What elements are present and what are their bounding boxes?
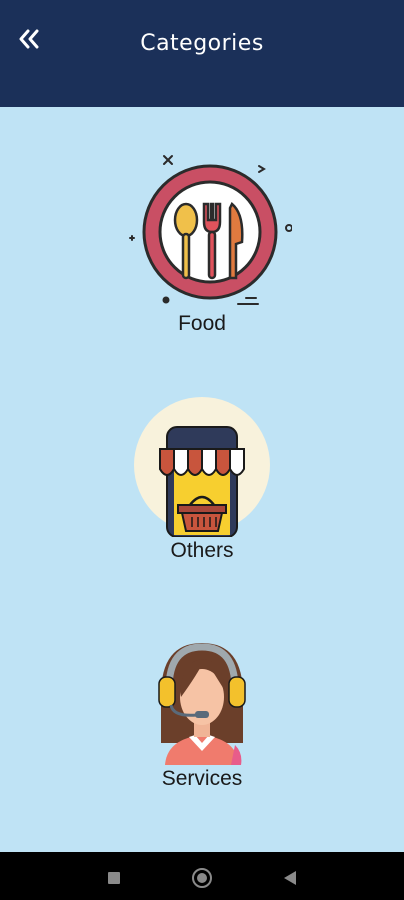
- category-label: Food: [178, 312, 226, 335]
- app-header: Categories: [0, 0, 404, 107]
- category-services[interactable]: Services: [102, 635, 302, 791]
- support-agent-headset-icon: [158, 643, 246, 765]
- nav-home-button[interactable]: [190, 866, 214, 890]
- system-nav-bar: [0, 852, 404, 900]
- nav-recents-button[interactable]: [102, 866, 126, 890]
- home-circle-icon: [192, 868, 212, 888]
- recents-square-icon: [108, 872, 120, 884]
- nav-back-button[interactable]: [278, 866, 302, 890]
- category-label: Others: [170, 539, 234, 562]
- page-title: Categories: [140, 31, 264, 56]
- category-label: Services: [161, 767, 243, 790]
- category-food[interactable]: Food: [102, 152, 302, 336]
- plate-cutlery-icon: [129, 155, 292, 305]
- categories-list: Food Others Services: [0, 107, 404, 852]
- storefront-basket-icon: [134, 397, 270, 537]
- back-triangle-icon: [284, 871, 296, 885]
- category-others[interactable]: Others: [102, 397, 302, 563]
